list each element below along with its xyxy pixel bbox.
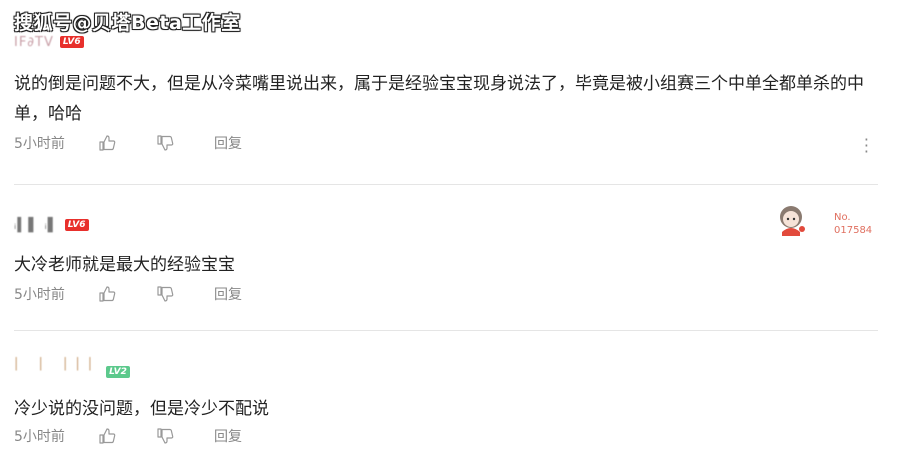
- comment-item: IF∂TV LV6 说的倒是问题不大，但是从冷菜嘴里说出来，属于是经验宝宝现身说…: [14, 33, 879, 160]
- reply-button[interactable]: 回复: [214, 426, 242, 446]
- comment-time: 5小时前: [14, 287, 65, 303]
- level-badge: LV6: [59, 36, 84, 48]
- comment-actions: 5小时前 回复: [14, 284, 879, 304]
- badge-number-value: 017584: [834, 225, 873, 236]
- thumbs-down-icon[interactable]: [156, 427, 174, 445]
- more-icon[interactable]: · · ·: [864, 132, 869, 160]
- thumbs-up-icon[interactable]: [98, 134, 116, 152]
- username[interactable]: ᵢ▍▌ ᵢ▌: [14, 218, 59, 233]
- thumbs-down-icon[interactable]: [156, 134, 174, 152]
- comment-text: 说的倒是问题不大，但是从冷菜嘴里说出来，属于是经验宝宝现身说法了，毕竟是被小组赛…: [14, 74, 864, 124]
- comment-text: 大冷老师就是最大的经验宝宝: [14, 255, 235, 275]
- level-badge: LV6: [64, 219, 89, 231]
- badge-number: No. 017584: [834, 211, 872, 237]
- comment-text: 冷少说的没问题，但是冷少不配说: [14, 399, 269, 419]
- thumbs-up-icon[interactable]: [98, 427, 116, 445]
- reply-button[interactable]: 回复: [214, 284, 242, 304]
- comment-item: ᵢ▍▌ ᵢ▌ LV6 大冷老师就是最大的经验宝宝 5小时前 回复: [14, 216, 879, 304]
- badge-number-label: No.: [834, 212, 851, 223]
- divider: [14, 330, 878, 331]
- thumbs-down-icon[interactable]: [156, 285, 174, 303]
- username[interactable]: | | |||: [14, 356, 100, 371]
- user-row: IF∂TV LV6: [14, 33, 879, 51]
- comment-time: 5小时前: [14, 136, 65, 152]
- comment-time: 5小时前: [14, 429, 65, 445]
- reply-button[interactable]: 回复: [214, 133, 242, 153]
- comment-actions: 5小时前 回复: [14, 133, 879, 153]
- thumbs-up-icon[interactable]: [98, 285, 116, 303]
- comment-actions: 5小时前 回复: [14, 426, 879, 446]
- comment-item: | | ||| LV2 冷少说的没问题，但是冷少不配说 5小时前 回复: [14, 352, 879, 446]
- watermark: 搜狐号@贝塔Beta工作室: [14, 12, 241, 34]
- username[interactable]: IF∂TV: [14, 35, 54, 50]
- user-row: | | ||| LV2: [14, 352, 879, 378]
- level-badge: LV2: [106, 366, 130, 378]
- avatar-badge: [772, 202, 810, 240]
- divider: [14, 184, 878, 185]
- user-row: ᵢ▍▌ ᵢ▌ LV6: [14, 216, 879, 234]
